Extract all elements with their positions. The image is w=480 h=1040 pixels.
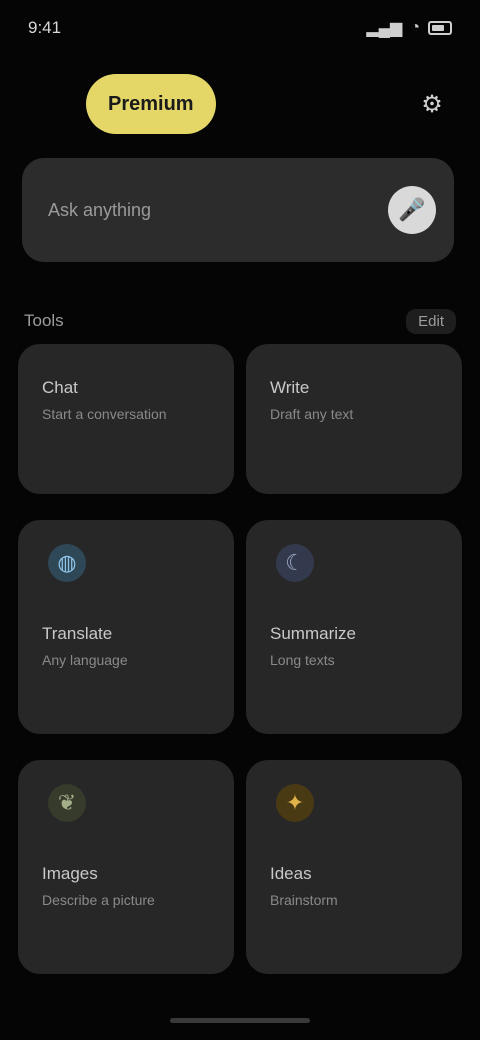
- bulb-icon: ✦: [276, 784, 314, 822]
- tile-subtitle: Brainstorm: [270, 892, 338, 908]
- status-bar: 9:41 ▂▄▆ ◔: [0, 0, 480, 56]
- wifi-icon: ◔: [410, 19, 420, 36]
- app-header: Premium ⚙: [0, 66, 480, 142]
- tools-grid: Chat Start a conversation Write Draft an…: [18, 344, 462, 984]
- tile-title: Write: [270, 378, 310, 397]
- tile-title: Images: [42, 864, 98, 883]
- status-time: 9:41: [28, 18, 62, 37]
- edit-button[interactable]: Edit: [406, 308, 456, 334]
- signal-icon: ▂▄▆: [366, 20, 403, 37]
- tile-translate[interactable]: ◍ Translate Any language: [18, 520, 234, 734]
- search-card[interactable]: Ask anything 🎤: [22, 158, 454, 262]
- tile-chat[interactable]: Chat Start a conversation: [18, 344, 234, 494]
- tile-write[interactable]: Write Draft any text: [246, 344, 462, 494]
- tile-images[interactable]: ❦ Images Describe a picture: [18, 760, 234, 974]
- search-placeholder: Ask anything: [48, 199, 152, 220]
- tile-subtitle: Start a conversation: [42, 406, 167, 422]
- gear-icon: ⚙: [421, 90, 443, 118]
- settings-button[interactable]: ⚙: [412, 84, 452, 124]
- premium-button[interactable]: Premium: [86, 74, 216, 134]
- tile-title: Chat: [42, 378, 78, 397]
- tile-subtitle: Long texts: [270, 652, 335, 668]
- tile-subtitle: Draft any text: [270, 406, 354, 422]
- globe-icon: ◍: [48, 544, 86, 582]
- tile-title: Translate: [42, 624, 113, 643]
- battery-icon: [428, 21, 452, 35]
- leaf-icon: ❦: [48, 784, 86, 822]
- home-indicator[interactable]: [170, 1018, 310, 1023]
- moon-icon: ☾: [276, 544, 314, 582]
- tile-summarize[interactable]: ☾ Summarize Long texts: [246, 520, 462, 734]
- section-title: Tools: [24, 311, 64, 330]
- tile-title: Summarize: [270, 624, 356, 643]
- status-icons: ▂▄▆ ◔: [366, 18, 452, 38]
- tile-subtitle: Describe a picture: [42, 892, 155, 908]
- section-header: Tools Edit: [24, 306, 456, 336]
- mic-icon: 🎤: [398, 197, 426, 222]
- tile-subtitle: Any language: [42, 652, 128, 668]
- tile-title: Ideas: [270, 864, 312, 883]
- mic-button[interactable]: 🎤: [388, 186, 436, 234]
- tile-ideas[interactable]: ✦ Ideas Brainstorm: [246, 760, 462, 974]
